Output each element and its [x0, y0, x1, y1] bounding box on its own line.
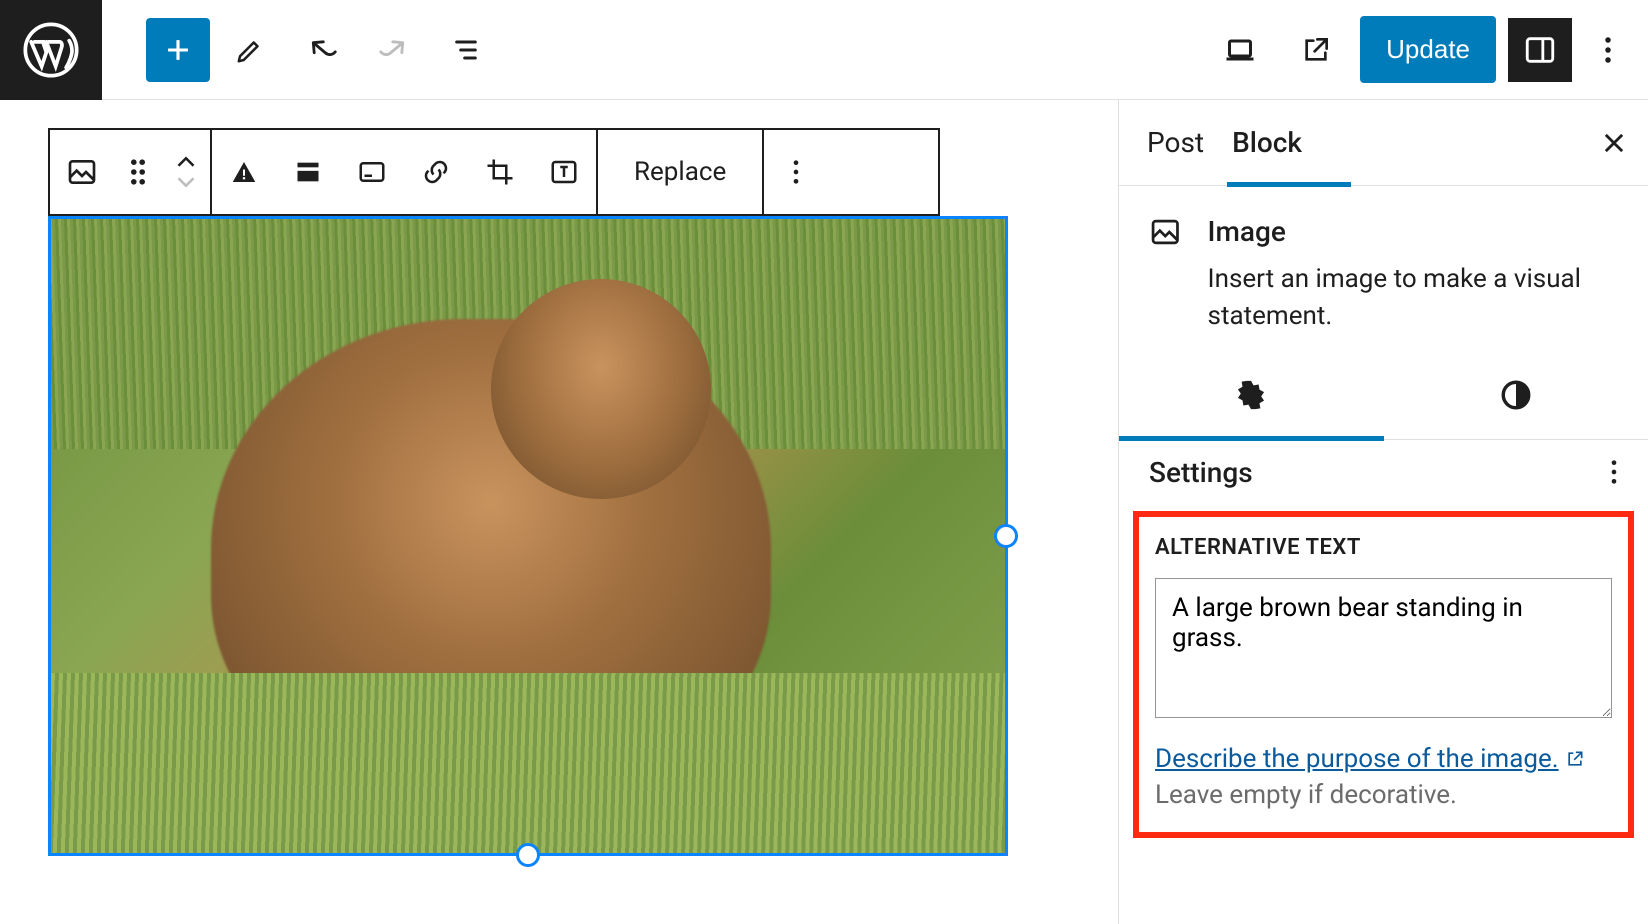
align-button[interactable]	[276, 130, 340, 214]
settings-sidebar: Post Block Image Insert an image to make…	[1118, 100, 1648, 924]
more-options-button[interactable]	[1584, 18, 1632, 82]
close-icon	[1600, 129, 1628, 157]
editor-canvas: Replace	[0, 100, 1118, 924]
settings-sidebar-toggle[interactable]	[1508, 18, 1572, 82]
external-icon	[1565, 749, 1585, 769]
sidebar-icon	[1523, 33, 1557, 67]
top-toolbar: Update	[0, 0, 1648, 100]
alt-text-help-label: Describe the purpose of the image.	[1155, 744, 1559, 774]
image-content	[51, 219, 1005, 853]
plus-icon	[161, 33, 195, 67]
image-icon	[66, 156, 98, 188]
redo-icon	[377, 33, 411, 67]
document-overview-button[interactable]	[434, 18, 498, 82]
edit-mode-button[interactable]	[218, 18, 282, 82]
sidebar-tabs: Post Block	[1119, 100, 1648, 186]
triangle-icon	[229, 157, 259, 187]
top-right-tools: Update	[1208, 16, 1648, 83]
block-type-button[interactable]	[50, 130, 114, 214]
caption-icon	[357, 157, 387, 187]
text-overlay-button[interactable]	[532, 130, 596, 214]
close-sidebar-button[interactable]	[1590, 119, 1638, 167]
text-box-icon	[549, 157, 579, 187]
block-card: Image Insert an image to make a visual s…	[1119, 186, 1648, 352]
view-external-button[interactable]	[1284, 18, 1348, 82]
main-area: Replace Post Block	[0, 100, 1648, 924]
more-vertical-icon	[1610, 458, 1618, 486]
block-description: Insert an image to make a visual stateme…	[1208, 261, 1618, 334]
block-toolbar: Replace	[48, 128, 940, 216]
redo-button[interactable]	[362, 18, 426, 82]
crop-button[interactable]	[468, 130, 532, 214]
settings-label: Settings	[1149, 456, 1253, 489]
top-left-tools	[102, 18, 498, 82]
settings-tab-general[interactable]	[1119, 352, 1384, 439]
undo-icon	[305, 33, 339, 67]
chevron-down-icon[interactable]	[176, 175, 196, 189]
drag-icon	[128, 158, 148, 186]
drag-handle[interactable]	[114, 130, 162, 214]
pencil-icon	[235, 35, 265, 65]
apply-filter-button[interactable]	[212, 130, 276, 214]
caption-button[interactable]	[340, 130, 404, 214]
add-block-button[interactable]	[146, 18, 210, 82]
image-icon	[1149, 212, 1182, 252]
settings-subtabs	[1119, 352, 1648, 440]
settings-more-button[interactable]	[1610, 458, 1618, 486]
crop-icon	[485, 157, 515, 187]
tab-post[interactable]: Post	[1147, 102, 1232, 183]
settings-section-header: Settings	[1149, 456, 1618, 489]
chevron-up-icon[interactable]	[176, 155, 196, 169]
undo-button[interactable]	[290, 18, 354, 82]
more-vertical-icon	[1604, 35, 1612, 65]
wordpress-icon	[23, 22, 79, 78]
image-block[interactable]	[48, 216, 1008, 856]
alt-text-input[interactable]	[1155, 578, 1612, 718]
external-icon	[1300, 34, 1332, 66]
view-desktop-button[interactable]	[1208, 18, 1272, 82]
tab-block[interactable]: Block	[1232, 102, 1330, 183]
alt-text-section: ALTERNATIVE TEXT Describe the purpose of…	[1133, 511, 1634, 838]
resize-handle-bottom[interactable]	[516, 843, 540, 867]
block-more-button[interactable]	[764, 130, 828, 214]
laptop-icon	[1222, 32, 1258, 68]
update-button[interactable]: Update	[1360, 16, 1496, 83]
settings-tab-styles[interactable]	[1384, 352, 1648, 439]
replace-button[interactable]: Replace	[598, 130, 762, 214]
alt-text-label: ALTERNATIVE TEXT	[1155, 535, 1612, 560]
link-button[interactable]	[404, 130, 468, 214]
link-icon	[421, 157, 451, 187]
list-icon	[450, 34, 482, 66]
wordpress-logo[interactable]	[0, 0, 102, 100]
alt-text-help-link[interactable]: Describe the purpose of the image.	[1155, 744, 1585, 774]
alt-text-hint: Leave empty if decorative.	[1155, 780, 1612, 810]
more-vertical-icon	[792, 158, 800, 186]
contrast-icon	[1499, 378, 1533, 412]
resize-handle-right[interactable]	[994, 524, 1018, 548]
align-icon	[294, 158, 322, 186]
block-title: Image	[1208, 212, 1618, 251]
gear-icon	[1234, 378, 1268, 412]
